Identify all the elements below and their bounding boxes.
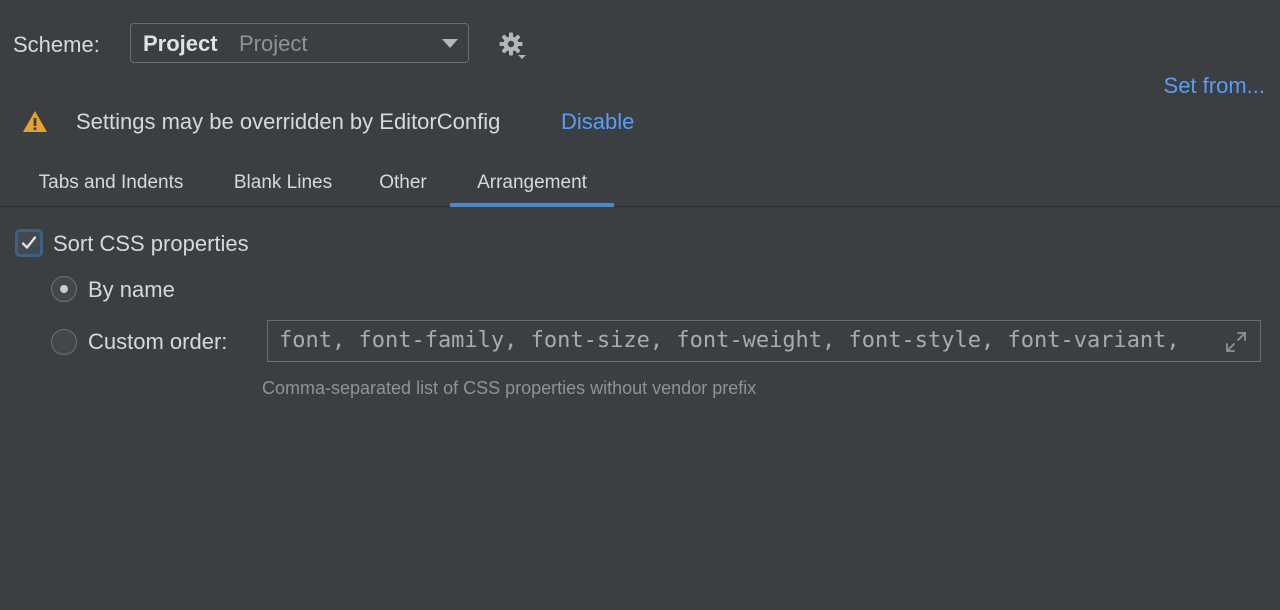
tab-tabs-and-indents[interactable]: Tabs and Indents xyxy=(22,160,200,207)
warning-icon xyxy=(22,110,48,134)
tab-blank-lines[interactable]: Blank Lines xyxy=(218,160,348,207)
sort-css-properties-checkbox[interactable] xyxy=(15,229,43,257)
custom-order-label[interactable]: Custom order: xyxy=(88,328,227,356)
editorconfig-warning-text: Settings may be overridden by EditorConf… xyxy=(76,109,501,134)
chevron-down-icon xyxy=(442,39,458,48)
disable-editorconfig-link[interactable]: Disable xyxy=(561,108,634,136)
gear-icon[interactable] xyxy=(498,31,528,61)
tab-arrangement[interactable]: Arrangement xyxy=(450,160,614,207)
radio-dot xyxy=(60,285,68,293)
custom-order-value: font, font-family, font-size, font-weigh… xyxy=(279,328,1180,353)
custom-order-input[interactable]: font, font-family, font-size, font-weigh… xyxy=(267,320,1261,362)
set-from-link[interactable]: Set from... xyxy=(1164,72,1265,100)
tab-other[interactable]: Other xyxy=(364,160,442,207)
scheme-label: Scheme: xyxy=(13,32,100,57)
by-name-radio[interactable] xyxy=(51,276,77,302)
scheme-selected-name: Project xyxy=(143,31,218,56)
scheme-dropdown[interactable]: Project Project xyxy=(130,23,469,63)
scheme-selected-kind: Project xyxy=(239,31,308,56)
sort-css-properties-label[interactable]: Sort CSS properties xyxy=(53,230,249,258)
custom-order-radio[interactable] xyxy=(51,329,77,355)
checkmark-icon xyxy=(21,236,37,249)
custom-order-hint: Comma-separated list of CSS properties w… xyxy=(262,378,757,398)
by-name-label[interactable]: By name xyxy=(88,276,175,304)
tab-bar: Tabs and Indents Blank Lines Other Arran… xyxy=(0,160,1280,207)
expand-icon[interactable] xyxy=(1224,330,1248,354)
